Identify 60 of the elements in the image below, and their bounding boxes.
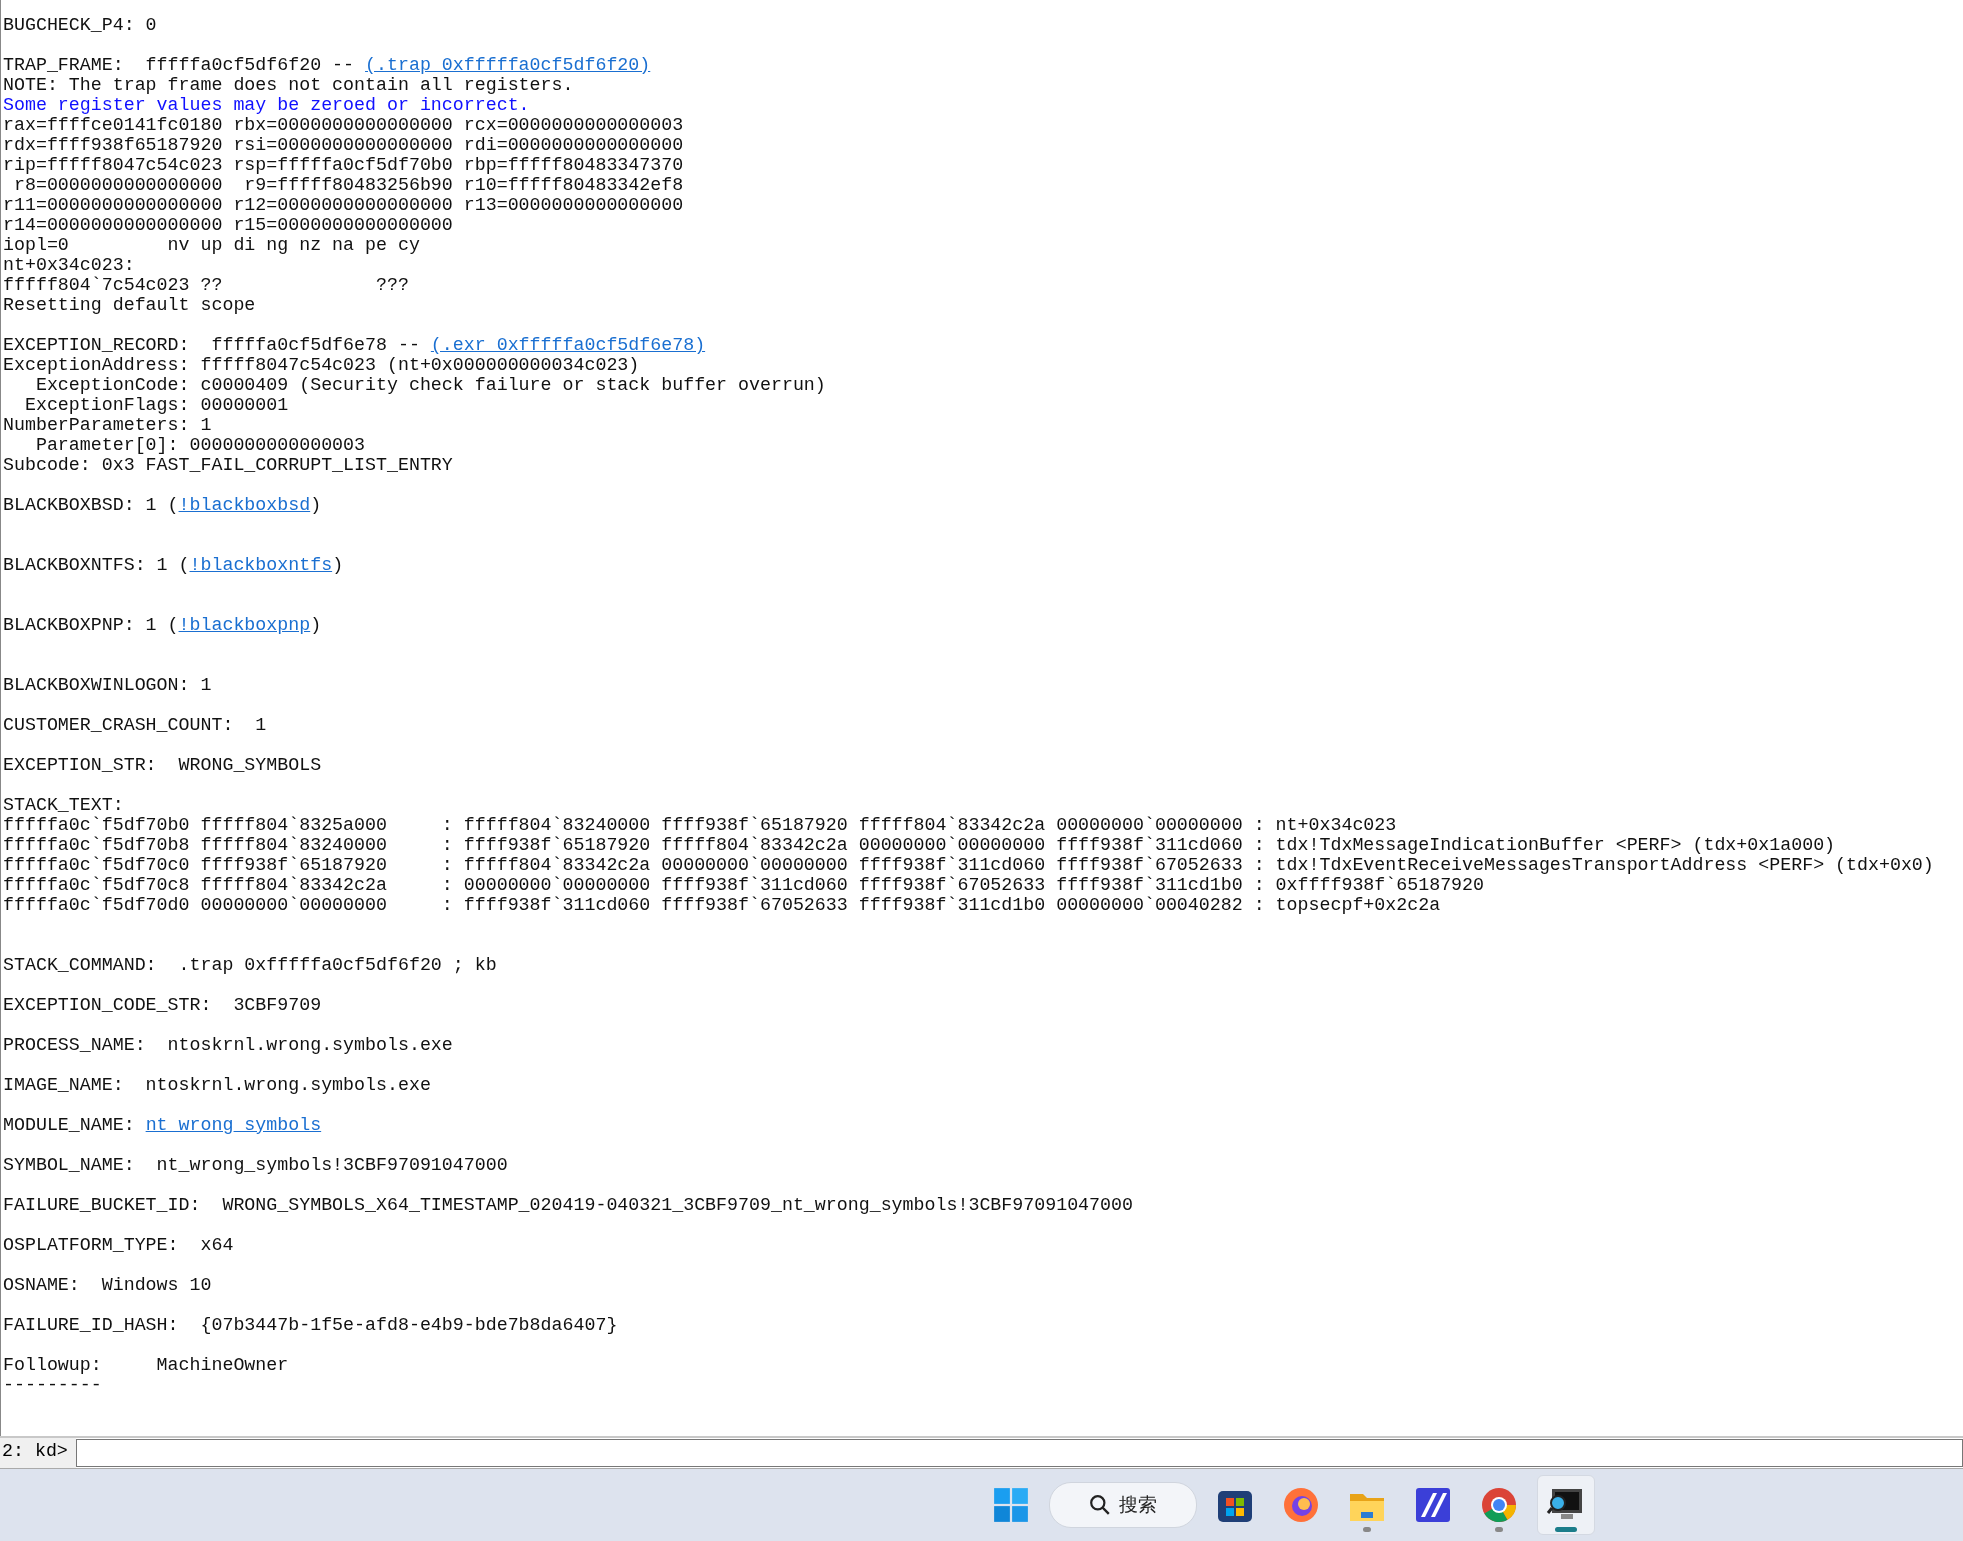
command-link[interactable]: (.exr 0xfffffa0cf5df6e78) (430, 335, 706, 355)
output-text: ) (310, 615, 322, 635)
output-text: CUSTOMER_CRASH_COUNT: 1 (3, 715, 267, 735)
search-box[interactable]: 搜索 (1048, 1482, 1197, 1528)
output-text: r14=0000000000000000 r15=0000000000000000 (3, 215, 453, 235)
output-text: FAILURE_BUCKET_ID: WRONG_SYMBOLS_X64_TIMESTAMP_020419-040321_3CBF9709_nt_wrong_symbols!3CBF97091047000 (3, 1195, 1133, 1215)
output-text: BLACKBOXWINLOGON: 1 (3, 675, 212, 695)
taskbar-app[interactable] (1536, 1475, 1595, 1535)
warning-text: Some register values may be zeroed or incorrect. (3, 95, 530, 115)
output-text: MODULE_NAME: (3, 1115, 136, 1135)
output-text: fffffa0c`f5df70b0 fffff804`8325a000 : fffff804`83240000 ffff938f`65187920 fffff804`83342c2a 00000000`00000000 : nt+0x34c023 (3, 815, 1397, 835)
output-text: BUGCHECK_P4: 0 (3, 15, 157, 35)
command-link[interactable]: (.trap 0xfffffa0cf5df6f20) (365, 55, 651, 75)
output-text: Parameter[0]: 0000000000000003 (34, 435, 366, 455)
output-text: OSNAME: Windows 10 (3, 1275, 212, 1295)
output-text: BLACKBOXNTFS: 1 ( (3, 555, 190, 575)
output-text: PROCESS_NAME: ntoskrnl.wrong.symbols.exe (3, 1035, 453, 1055)
output-text: fffffa0c`f5df70d0 00000000`00000000 : ffff938f`311cd060 ffff938f`67052633 ffff938f`311cd1b0 00000000`00040282 : topsecpf+0x2c2a (3, 895, 1441, 915)
output-text: FAILURE_ID_HASH: {07b3447b-1f5e-afd8-e4b9-bde7b8da6407} (3, 1315, 618, 1335)
command-link[interactable]: nt_wrong_symbols (145, 1115, 322, 1135)
output-text: rdx=ffff938f65187920 rsi=0000000000000000 rdi=0000000000000000 (3, 135, 684, 155)
output-text: ExceptionFlags: 00000001 (23, 395, 289, 415)
output-text: nt+0x34c023: (3, 255, 135, 275)
output-text: EXCEPTION_RECORD: fffffa0cf5df6e78 -- (3, 335, 421, 355)
output-text: EXCEPTION_CODE_STR: 3CBF9709 (3, 995, 322, 1015)
output-text: fffffa0c`f5df70c0 ffff938f`65187920 : fffff804`83342c2a 00000000`00000000 ffff938f`311cd060 ffff938f`67052633 : tdx!TdxEventReceiveMessagesTransportAddress <PERF> (tdx+0x0) (3, 855, 1934, 875)
output-text: ExceptionCode: c0000409 (Security check failure or stack buffer overrun) (34, 375, 826, 395)
output-text: Resetting default scope (3, 295, 256, 315)
output-text: ) (310, 495, 322, 515)
output-text: NumberParameters: 1 (3, 415, 212, 435)
command-link[interactable]: !blackboxpnp (178, 615, 311, 635)
output-text: fffff804`7c54c023 ?? ??? (3, 275, 409, 295)
command-input[interactable] (75, 1439, 1963, 1467)
output-text: STACK_TEXT: (3, 795, 124, 815)
output-text: Followup: MachineOwner (3, 1355, 289, 1375)
output-text: NOTE: The trap frame does not contain all registers. (3, 75, 574, 95)
command-link[interactable]: !blackboxbsd (178, 495, 311, 515)
output-text: EXCEPTION_STR: WRONG_SYMBOLS (3, 755, 322, 775)
output-text: OSPLATFORM_TYPE: x64 (3, 1235, 234, 1255)
output-text: ) (332, 555, 344, 575)
output-text: TRAP_FRAME: fffffa0cf5df6f20 -- (3, 55, 356, 75)
start-icon[interactable] (992, 1487, 1029, 1523)
output-text: iopl=0 nv up di ng nz na pe cy (3, 235, 420, 255)
search-icon (1088, 1494, 1111, 1516)
output-text: STACK_COMMAND: .trap 0xfffffa0cf5df6f20 ; kb (3, 955, 497, 975)
command-prompt: 2: kd> (0, 1438, 76, 1468)
output-text: --------- (3, 1375, 102, 1395)
output-text: IMAGE_NAME: ntoskrnl.wrong.symbols.exe (3, 1075, 431, 1095)
output-text: r11=0000000000000000 r12=0000000000000000 r13=0000000000000000 (3, 195, 684, 215)
output-text: BLACKBOXBSD: 1 ( (3, 495, 179, 515)
output-text: r8=0000000000000000 r9=fffff80483256b90 r10=fffff80483342ef8 (12, 175, 684, 195)
output-text: fffffa0c`f5df70c8 fffff804`83342c2a : 00000000`00000000 ffff938f`311cd060 ffff938f`67052633 ffff938f`311cd1b0 : 0xffff938f`65187920 (3, 875, 1485, 895)
output-text: rip=fffff8047c54c023 rsp=fffffa0cf5df70b0 rbp=fffff80483347370 (3, 155, 684, 175)
output-text: fffffa0c`f5df70b8 fffff804`83240000 : ffff938f`65187920 fffff804`83342c2a 00000000`00000000 ffff938f`311cd060 : tdx!TdxMessageIndicationBuffer <PERF> (tdx+0x1a000) (3, 835, 1836, 855)
output-text: BLACKBOXPNP: 1 ( (3, 615, 179, 635)
output-text: Subcode: 0x3 FAST_FAIL_CORRUPT_LIST_ENTRY (3, 455, 453, 475)
output-text: ExceptionAddress: fffff8047c54c023 (nt+0x000000000034c023) (3, 355, 640, 375)
command-link[interactable]: !blackboxntfs (189, 555, 333, 575)
output-text: rax=ffffce0141fc0180 rbx=0000000000000000 rcx=0000000000000003 (3, 115, 684, 135)
output-text: SYMBOL_NAME: nt_wrong_symbols!3CBF97091047000 (3, 1155, 508, 1175)
